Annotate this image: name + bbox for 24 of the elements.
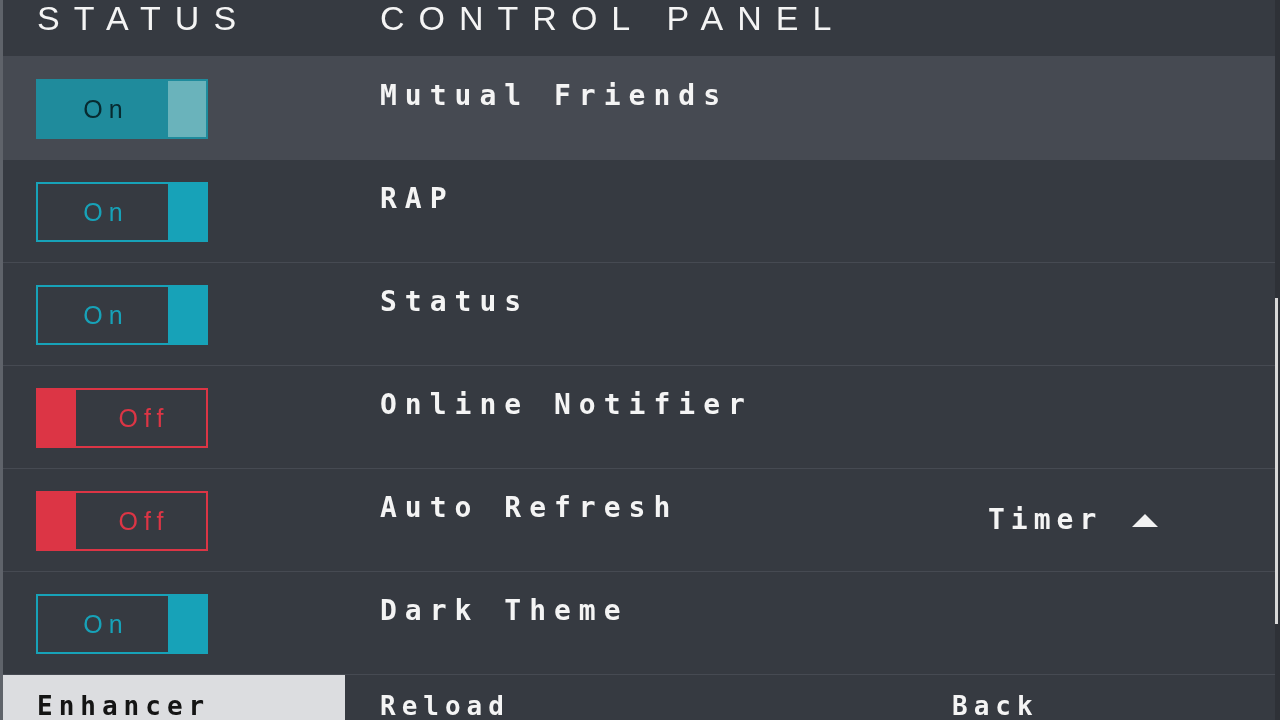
column-heading: STATUS: [37, 0, 252, 36]
toggle-switch[interactable]: On: [36, 594, 208, 654]
toggle-switch[interactable]: On: [36, 285, 208, 345]
column-heading: CONTROL PANEL: [380, 0, 846, 36]
toggle-knob: [38, 390, 76, 446]
setting-label: Status: [380, 285, 531, 319]
timer-dropdown[interactable]: Timer: [988, 503, 1159, 537]
settings-row[interactable]: On Mutual Friends: [3, 56, 1275, 159]
setting-label: Auto Refresh: [380, 491, 680, 525]
scrollbar-thumb[interactable]: [1275, 298, 1278, 624]
setting-label: RAP: [380, 182, 456, 216]
setting-label: Mutual Friends: [380, 79, 729, 113]
toggle-knob: [168, 184, 206, 240]
footer-tab[interactable]: Reload: [345, 675, 917, 720]
toggle-switch[interactable]: On: [36, 79, 208, 139]
toggle-knob: [168, 81, 206, 137]
toggle-knob: [168, 287, 206, 343]
setting-label: Dark Theme: [380, 594, 630, 628]
setting-label: Online Notifier: [380, 388, 754, 422]
toggle-switch[interactable]: On: [36, 182, 208, 242]
toggle-knob: [168, 596, 206, 652]
toggle-knob: [38, 493, 76, 549]
footer-tab[interactable]: Back: [917, 675, 1275, 720]
footer-tab[interactable]: Enhancer: [3, 675, 345, 720]
